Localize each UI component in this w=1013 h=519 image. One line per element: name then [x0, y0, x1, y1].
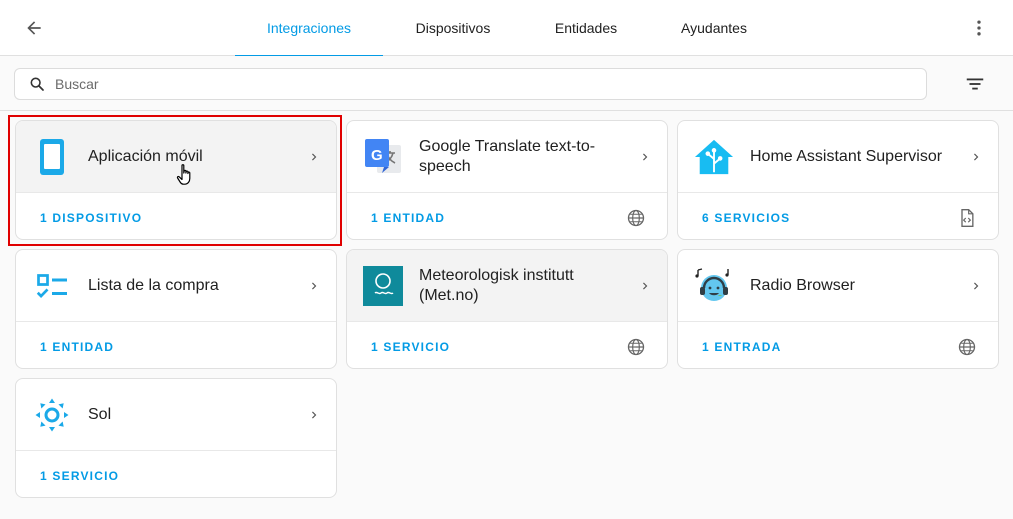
search-row	[0, 56, 1013, 111]
integration-title: Sol	[88, 406, 112, 423]
integration-card-radio-browser: Radio Browser 1 ENTRADA	[677, 249, 999, 369]
integration-link[interactable]: 1 DISPOSITIVO	[40, 194, 142, 239]
integration-title: Radio Browser	[750, 277, 855, 294]
integration-card-header[interactable]: G Google Translate text-to-speech	[347, 121, 667, 193]
integration-link[interactable]: 1 ENTIDAD	[40, 323, 114, 368]
globe-icon	[625, 207, 647, 229]
chevron-right-icon	[635, 147, 655, 167]
integration-card-footer: 1 SERVICIO	[16, 452, 336, 497]
met-no-icon	[363, 266, 403, 306]
tab-bar: Integraciones Dispositivos Entidades Ayu…	[235, 0, 779, 57]
integration-card-footer: 6 SERVICIOS	[678, 194, 998, 239]
chevron-right-icon	[304, 276, 324, 296]
mobile-phone-icon	[32, 137, 72, 177]
integration-card-header[interactable]: Meteorologisk institutt (Met.no)	[347, 250, 667, 322]
integration-card-footer: 1 ENTIDAD	[347, 194, 667, 239]
home-assistant-icon	[694, 137, 734, 177]
chevron-right-icon	[304, 405, 324, 425]
tab-integraciones[interactable]: Integraciones	[235, 0, 383, 57]
integration-card-footer: 1 DISPOSITIVO	[16, 194, 336, 239]
integration-card-header[interactable]: Sol	[16, 379, 336, 451]
integration-link[interactable]: 1 ENTRADA	[702, 323, 781, 368]
format-list-checks-icon	[32, 266, 72, 306]
integration-card-google-translate: G Google Translate text-to-speech 1 ENTI…	[346, 120, 668, 240]
integration-card-mobile-app: Aplicación móvil 1 DISPOSITIVO	[15, 120, 337, 240]
integration-card-header[interactable]: Lista de la compra	[16, 250, 336, 322]
google-translate-icon: G	[363, 137, 403, 177]
integration-card-sun: Sol 1 SERVICIO	[15, 378, 337, 498]
chevron-right-icon	[966, 276, 986, 296]
sun-icon	[32, 395, 72, 435]
integration-card-ha-supervisor: Home Assistant Supervisor 6 SERVICIOS	[677, 120, 999, 240]
integration-title: Google Translate text-to-speech	[419, 138, 596, 175]
integration-title: Lista de la compra	[88, 277, 219, 294]
integration-card-met-no: Meteorologisk institutt (Met.no) 1 SERVI…	[346, 249, 668, 369]
search-box	[14, 68, 927, 100]
tab-entidades[interactable]: Entidades	[523, 0, 649, 56]
top-app-bar: Integraciones Dispositivos Entidades Ayu…	[0, 0, 1013, 57]
dots-vertical-icon[interactable]	[963, 12, 995, 44]
integration-title: Meteorologisk institutt (Met.no)	[419, 267, 574, 304]
integration-card-footer: 1 SERVICIO	[347, 323, 667, 368]
integration-link[interactable]: 6 SERVICIOS	[702, 194, 790, 239]
radio-browser-icon	[694, 266, 734, 306]
chevron-right-icon	[304, 147, 324, 167]
integration-card-header[interactable]: Aplicación móvil	[16, 121, 336, 193]
integration-card-footer: 1 ENTIDAD	[16, 323, 336, 368]
file-code-icon	[956, 207, 978, 229]
integration-link[interactable]: 1 ENTIDAD	[371, 194, 445, 239]
integration-card-header[interactable]: Radio Browser	[678, 250, 998, 322]
integration-link[interactable]: 1 SERVICIO	[371, 323, 450, 368]
tab-ayudantes[interactable]: Ayudantes	[649, 0, 779, 56]
globe-icon	[956, 336, 978, 358]
search-icon	[27, 74, 47, 94]
globe-icon	[625, 336, 647, 358]
integration-card-header[interactable]: Home Assistant Supervisor	[678, 121, 998, 193]
search-input[interactable]	[55, 76, 905, 92]
chevron-right-icon	[635, 276, 655, 296]
integration-title: Aplicación móvil	[88, 148, 203, 165]
integration-link[interactable]: 1 SERVICIO	[40, 452, 119, 497]
integration-title: Home Assistant Supervisor	[750, 148, 943, 165]
integration-card-footer: 1 ENTRADA	[678, 323, 998, 368]
tab-dispositivos[interactable]: Dispositivos	[383, 0, 523, 56]
chevron-right-icon	[966, 147, 986, 167]
filter-icon[interactable]	[959, 68, 991, 100]
svg-text:G: G	[371, 147, 383, 164]
arrow-left-icon[interactable]	[18, 12, 50, 44]
integration-card-shopping-list: Lista de la compra 1 ENTIDAD	[15, 249, 337, 369]
